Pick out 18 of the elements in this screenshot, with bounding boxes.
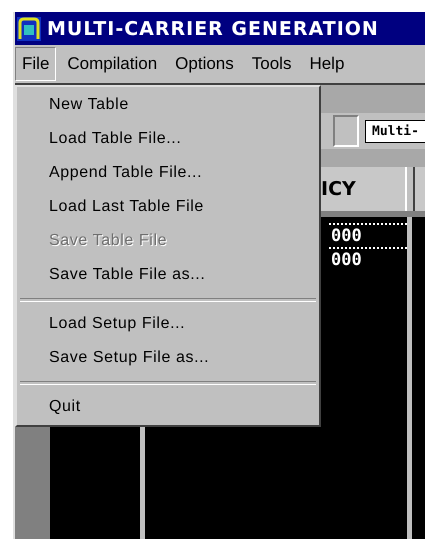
menu-item[interactable]: Append Table File...	[20, 156, 316, 190]
menu-item[interactable]: Load Last Table File	[20, 190, 316, 224]
menu-item[interactable]: Save Setup File as...	[20, 341, 316, 375]
menu-item[interactable]: Quit	[20, 390, 316, 424]
menu-bar-item[interactable]: File	[15, 47, 56, 81]
column-heading: ICY	[321, 178, 357, 200]
app-logo-icon	[17, 16, 41, 40]
menu-item[interactable]: Load Setup File...	[20, 307, 316, 341]
menu-bar-item[interactable]: Help	[302, 47, 352, 81]
menu-bar-item[interactable]: Tools	[244, 47, 298, 81]
toolbar-slot	[333, 115, 359, 147]
menu-item[interactable]: New Table	[20, 88, 316, 122]
menu-item[interactable]: Save Table File as...	[20, 258, 316, 292]
mode-button[interactable]: Multi-	[365, 120, 425, 142]
menu-item[interactable]: Load Table File...	[20, 122, 316, 156]
window-title: MULTI-CARRIER GENERATION	[47, 18, 379, 40]
menu-bar-item[interactable]: Options	[168, 47, 241, 81]
menu-bar-item[interactable]: Compilation	[60, 47, 164, 81]
